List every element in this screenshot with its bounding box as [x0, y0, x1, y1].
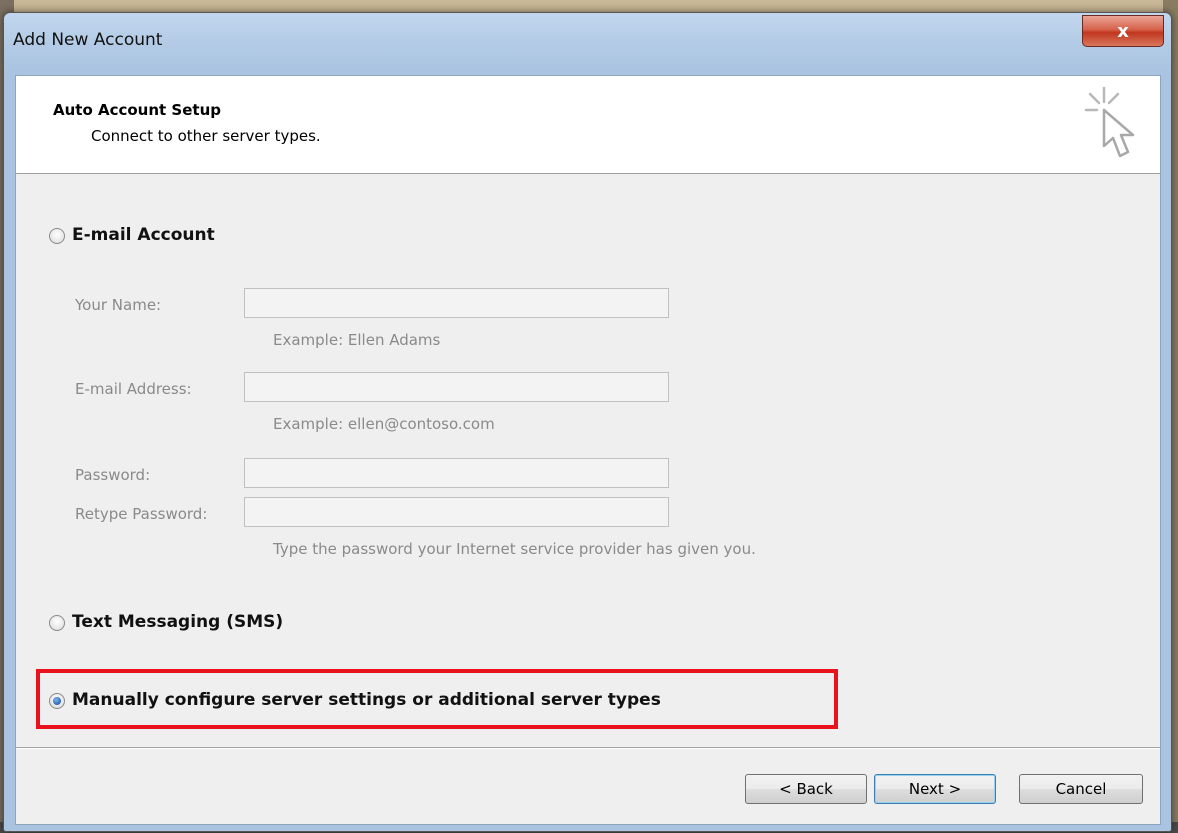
footer-separator [16, 747, 1160, 749]
back-button[interactable]: < Back [745, 774, 867, 804]
email-address-label: E-mail Address: [75, 380, 192, 398]
close-button[interactable]: x [1082, 15, 1164, 47]
email-account-label[interactable]: E-mail Account [72, 225, 215, 245]
email-address-hint: Example: ellen@contoso.com [273, 415, 495, 433]
email-address-input[interactable] [244, 372, 669, 402]
your-name-label: Your Name: [75, 296, 162, 314]
retype-password-label: Retype Password: [75, 505, 208, 523]
next-button[interactable]: Next > [874, 774, 996, 804]
dialog-content: Auto Account Setup Connect to other serv… [15, 75, 1161, 825]
header-title: Auto Account Setup [53, 101, 221, 119]
email-account-radio[interactable] [49, 228, 65, 244]
retype-password-input[interactable] [244, 497, 669, 527]
password-label: Password: [75, 466, 151, 484]
header-subtitle: Connect to other server types. [91, 127, 321, 145]
sms-label[interactable]: Text Messaging (SMS) [72, 612, 283, 632]
manual-configure-radio[interactable] [49, 693, 65, 709]
wizard-cursor-icon [1084, 86, 1135, 158]
your-name-input[interactable] [244, 288, 669, 318]
close-icon: x [1117, 20, 1129, 42]
sms-radio[interactable] [49, 615, 65, 631]
add-new-account-dialog: Add New Account x Auto Account Setup Con… [3, 12, 1172, 832]
password-hint: Type the password your Internet service … [273, 540, 756, 558]
your-name-hint: Example: Ellen Adams [273, 331, 441, 349]
wizard-header: Auto Account Setup Connect to other serv… [16, 76, 1160, 174]
dialog-title: Add New Account [13, 30, 163, 50]
password-input[interactable] [244, 458, 669, 488]
manual-configure-label[interactable]: Manually configure server settings or ad… [72, 690, 661, 710]
cancel-button[interactable]: Cancel [1019, 774, 1143, 804]
